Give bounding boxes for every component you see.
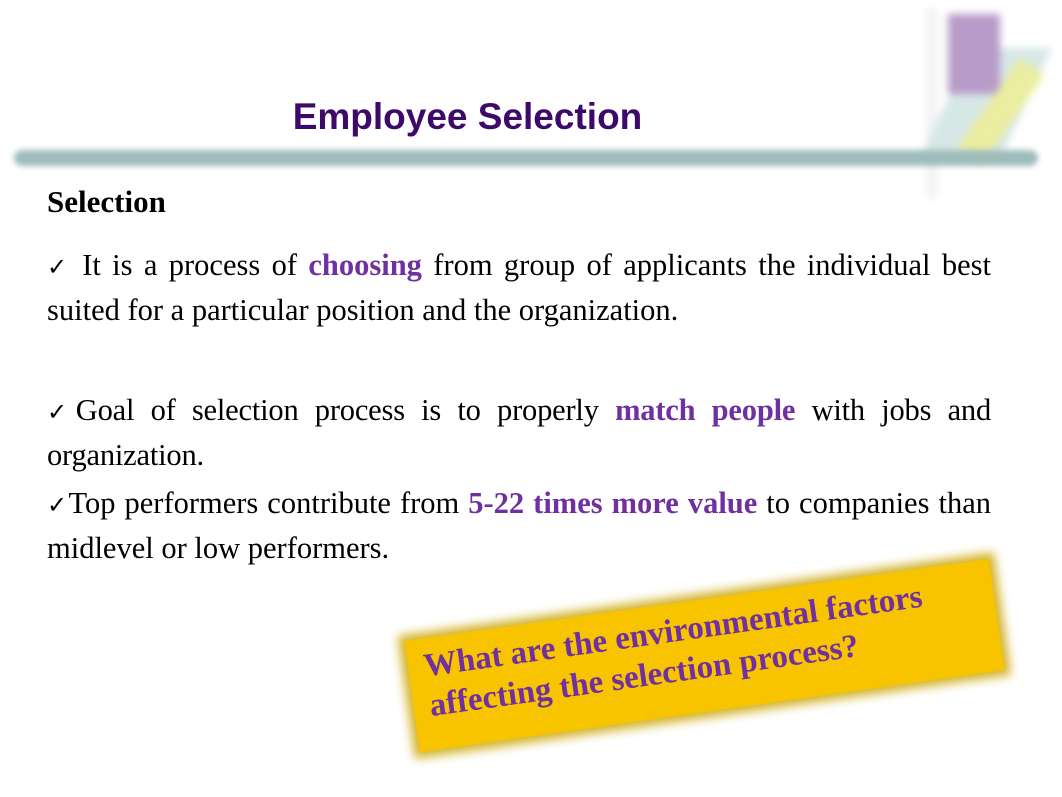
section-heading: Selection xyxy=(47,184,166,219)
bullet-highlight: match people xyxy=(615,393,796,427)
check-mark-icon: ✓ xyxy=(47,491,69,519)
bullet-item: ✓Top performers contribute from 5-22 tim… xyxy=(47,482,991,570)
bullet-item: ✓ It is a process of choosing from group… xyxy=(47,244,991,332)
bullet-text: Top performers contribute from xyxy=(68,486,469,520)
question-callout: What are the environmental factors affec… xyxy=(404,558,1005,752)
bullet-highlight: 5-22 times more value xyxy=(468,486,758,520)
slide-title: Employee Selection xyxy=(292,96,643,137)
bullet-item: ✓Goal of selection process is to properl… xyxy=(47,389,991,477)
title-divider xyxy=(14,150,1038,166)
callout-text: What are the environmental factors affec… xyxy=(421,578,925,725)
bullet-highlight: choosing xyxy=(308,248,422,282)
check-mark-icon: ✓ xyxy=(47,253,71,281)
bullet-text: It is a process of xyxy=(70,248,309,282)
bullet-text: Goal of selection process is to properly xyxy=(75,393,616,427)
decorative-purple-shape xyxy=(948,14,1000,94)
check-mark-icon: ✓ xyxy=(47,398,76,426)
